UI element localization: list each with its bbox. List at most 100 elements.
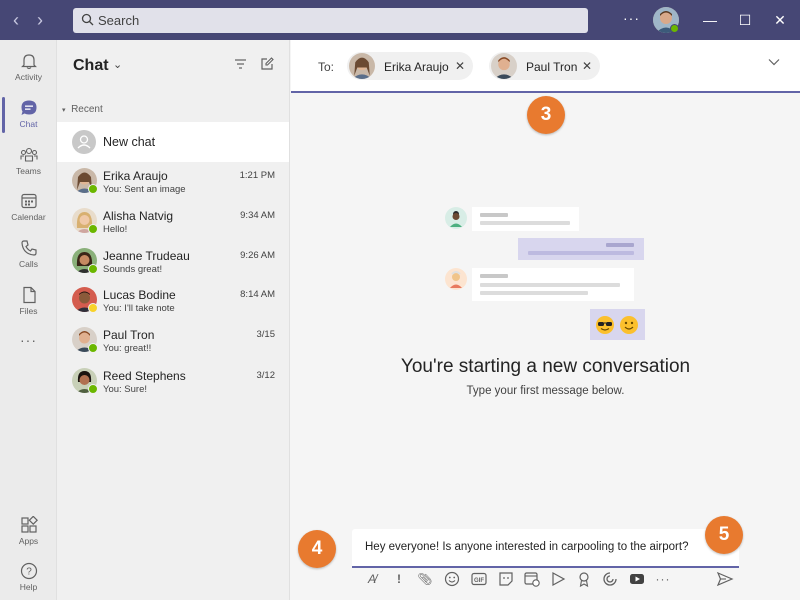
- send-icon[interactable]: [716, 570, 734, 588]
- more-options-icon[interactable]: ···: [623, 10, 640, 26]
- chat-row-name: Alisha Natvig: [103, 209, 174, 223]
- callout-5: 5: [705, 516, 743, 554]
- chat-row-preview: You: Sent an image: [103, 184, 186, 195]
- chat-list-title: Chat: [73, 57, 109, 74]
- close-icon[interactable]: ✕: [770, 10, 790, 30]
- rail-label: Files: [19, 306, 38, 316]
- emoji-icon[interactable]: [443, 570, 461, 588]
- important-icon[interactable]: !: [390, 570, 408, 588]
- chat-row-reed-stephens[interactable]: Reed Stephens You: Sure! 3/12: [57, 362, 289, 402]
- remove-recipient-icon[interactable]: ✕: [582, 59, 592, 73]
- search-input[interactable]: Search: [73, 8, 588, 33]
- chat-row-name: Lucas Bodine: [103, 288, 176, 302]
- rail-label: Activity: [15, 72, 42, 82]
- illustration-avatar-1: [445, 207, 467, 229]
- chat-row-name: Erika Araujo: [103, 169, 168, 183]
- recipient-chip-erika-araujo[interactable]: Erika Araujo ✕: [347, 52, 473, 80]
- teams-icon: [19, 147, 38, 162]
- new-chat-avatar: [72, 130, 96, 154]
- more-apps-icon[interactable]: ···: [0, 332, 57, 348]
- svg-text:?: ?: [26, 567, 32, 578]
- rail-label: Calls: [19, 259, 38, 269]
- chat-icon: [21, 100, 36, 115]
- message-compose-box[interactable]: Hey everyone! Is anyone interested in ca…: [352, 529, 739, 568]
- chat-row-preview: Hello!: [103, 224, 128, 235]
- rail-item-calendar[interactable]: Calendar: [0, 186, 57, 232]
- presence-available-icon: [88, 224, 98, 234]
- bell-icon: [20, 54, 37, 70]
- rail-item-teams[interactable]: Teams: [0, 140, 57, 186]
- format-icon[interactable]: A̸: [363, 570, 381, 588]
- gif-icon[interactable]: GIF: [470, 570, 488, 588]
- chat-row-time: 1:21 PM: [239, 170, 275, 181]
- callout-4: 4: [298, 530, 336, 568]
- sunglasses-emoji-icon: [596, 316, 614, 334]
- calendar-icon: [20, 193, 37, 209]
- youtube-icon[interactable]: [628, 570, 646, 588]
- chat-row-alisha-natvig[interactable]: Alisha Natvig Hello! 9:34 AM: [57, 202, 289, 242]
- phone-icon: [20, 240, 37, 256]
- loop-icon[interactable]: [601, 570, 619, 588]
- chevron-down-icon[interactable]: [768, 58, 780, 66]
- new-chat-icon[interactable]: [260, 57, 274, 71]
- avatar: [491, 53, 517, 79]
- file-icon: [22, 286, 36, 304]
- more-options-icon[interactable]: ···: [654, 570, 672, 588]
- sticker-icon[interactable]: [497, 570, 515, 588]
- minimize-icon[interactable]: —: [700, 10, 720, 30]
- chat-row-time: 9:26 AM: [240, 250, 275, 261]
- back-arrow-icon[interactable]: ‹: [4, 8, 28, 32]
- chat-row-name: Reed Stephens: [103, 369, 186, 383]
- recipient-name: Erika Araujo: [384, 60, 449, 74]
- illustration-avatar-2: [445, 268, 467, 290]
- message-text: Hey everyone! Is anyone interested in ca…: [365, 541, 689, 553]
- chat-row-preview: You: Sure!: [103, 384, 148, 395]
- chat-row-jeanne-trudeau[interactable]: Jeanne Trudeau Sounds great! 9:26 AM: [57, 242, 289, 282]
- new-chat-label: New chat: [103, 135, 156, 149]
- presence-available-icon: [88, 343, 98, 353]
- rail-item-help[interactable]: ? Help: [0, 556, 57, 600]
- compose-toolbar: A̸ ! 📎︎ GIF ···: [352, 570, 800, 592]
- new-chat-item[interactable]: New chat: [57, 122, 289, 162]
- svg-text:GIF: GIF: [474, 578, 484, 584]
- remove-recipient-icon[interactable]: ✕: [455, 59, 465, 73]
- rail-item-files[interactable]: Files: [0, 280, 57, 326]
- chevron-down-icon[interactable]: ⌄: [113, 58, 122, 71]
- illustration-bubble-2: [518, 238, 644, 260]
- chat-row-time: 3/15: [256, 329, 276, 340]
- chat-row-preview: You: I'll take note: [103, 303, 175, 314]
- rail-item-activity[interactable]: Activity: [0, 46, 57, 92]
- smile-emoji-icon: [620, 316, 638, 334]
- rail-item-apps[interactable]: Apps: [0, 510, 57, 556]
- to-bar[interactable]: To: Erika Araujo ✕ Paul Tron ✕: [291, 40, 800, 93]
- presence-available-icon: [88, 184, 98, 194]
- rail-item-calls[interactable]: Calls: [0, 233, 57, 279]
- rail-item-chat[interactable]: Chat: [0, 93, 57, 139]
- recipient-chip-paul-tron[interactable]: Paul Tron ✕: [489, 52, 600, 80]
- chat-row-time: 3/12: [256, 370, 276, 381]
- chat-row-lucas-bodine[interactable]: Lucas Bodine You: I'll take note 8:14 AM: [57, 281, 289, 321]
- chat-row-erika-araujo[interactable]: Erika Araujo You: Sent an image 1:21 PM: [57, 162, 289, 202]
- praise-icon[interactable]: [575, 570, 593, 588]
- help-icon: ?: [20, 562, 37, 580]
- stream-icon[interactable]: [549, 570, 567, 588]
- presence-available-icon: [88, 384, 98, 394]
- forward-arrow-icon[interactable]: ›: [28, 8, 52, 32]
- rail-label: Teams: [15, 166, 42, 176]
- person-icon: [77, 135, 91, 149]
- chat-list-pane: Chat ⌄ ▾ Recent New chat Erika Araujo Yo…: [57, 40, 290, 600]
- app-rail: Activity Chat Teams Calendar Calls Files…: [0, 40, 57, 600]
- callout-3: 3: [527, 96, 565, 134]
- illustration-emoji-bubble: [590, 309, 645, 340]
- maximize-icon[interactable]: ☐: [735, 10, 755, 30]
- chat-row-preview: Sounds great!: [103, 264, 163, 275]
- apps-icon: [20, 516, 38, 533]
- presence-available-icon: [88, 264, 98, 274]
- to-label: To:: [318, 60, 335, 74]
- recent-section-label[interactable]: ▾ Recent: [62, 104, 103, 115]
- chat-row-paul-tron[interactable]: Paul Tron You: great!! 3/15: [57, 321, 289, 361]
- filter-icon[interactable]: [234, 58, 247, 70]
- attach-icon[interactable]: 📎︎: [416, 570, 434, 588]
- illustration-bubble-1: [472, 207, 579, 231]
- schedule-meeting-icon[interactable]: [523, 570, 541, 588]
